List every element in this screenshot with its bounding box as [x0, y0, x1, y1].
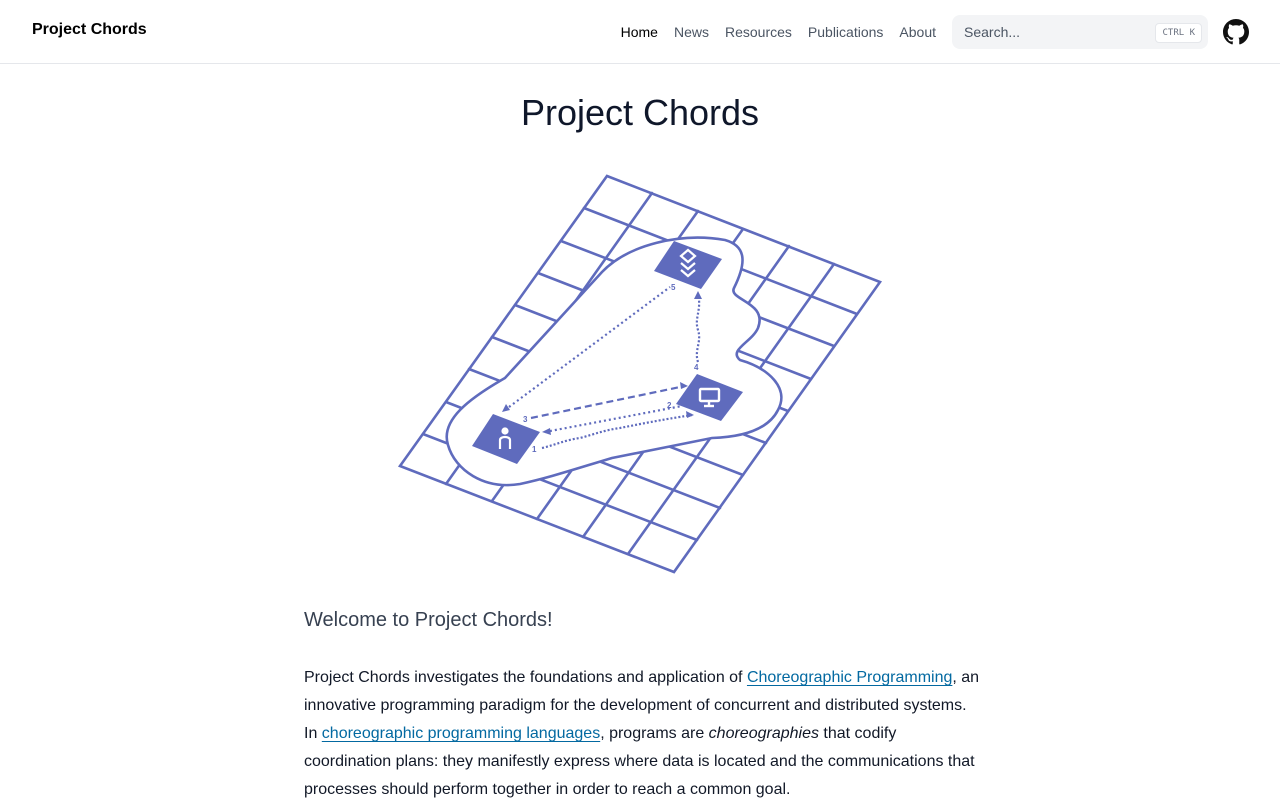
step-label-5: 5	[671, 283, 676, 292]
nav-link-news[interactable]: News	[674, 23, 709, 41]
welcome-heading: Welcome to Project Chords!	[304, 609, 553, 631]
github-icon[interactable]	[1223, 19, 1249, 45]
step-label-3: 3	[523, 415, 528, 424]
intro-emphasis: choreographies	[708, 725, 819, 742]
intro-text-3: , programs are	[600, 725, 709, 742]
brand-logo[interactable]: Project Chords	[32, 21, 147, 39]
step-label-4: 4	[694, 363, 699, 372]
top-navbar: Project Chords Home News Resources Publi…	[0, 0, 1280, 64]
link-choreographic-languages[interactable]: choreographic programming languages	[322, 725, 600, 742]
page-title: Project Chords	[520, 92, 760, 133]
link-choreographic-programming[interactable]: Choreographic Programming	[747, 669, 952, 686]
nav-link-about[interactable]: About	[899, 23, 936, 41]
search-box: CTRL K	[952, 15, 1208, 49]
search-shortcut-badge: CTRL K	[1155, 23, 1202, 43]
nav-link-publications[interactable]: Publications	[808, 23, 884, 41]
nav-link-home[interactable]: Home	[621, 23, 658, 41]
intro-paragraph: Project Chords investigates the foundati…	[304, 664, 984, 804]
search-input[interactable]	[952, 15, 1166, 49]
nav-link-resources[interactable]: Resources	[725, 23, 792, 41]
step-label-1: 1	[532, 445, 537, 454]
intro-text-1: Project Chords investigates the foundati…	[304, 669, 747, 686]
choreography-illustration: 1 2 3 4 5	[397, 174, 883, 574]
nav-links: Home News Resources Publications About	[621, 23, 936, 41]
step-label-2: 2	[667, 401, 672, 410]
main-content: Welcome to Project Chords! Project Chord…	[304, 604, 984, 804]
